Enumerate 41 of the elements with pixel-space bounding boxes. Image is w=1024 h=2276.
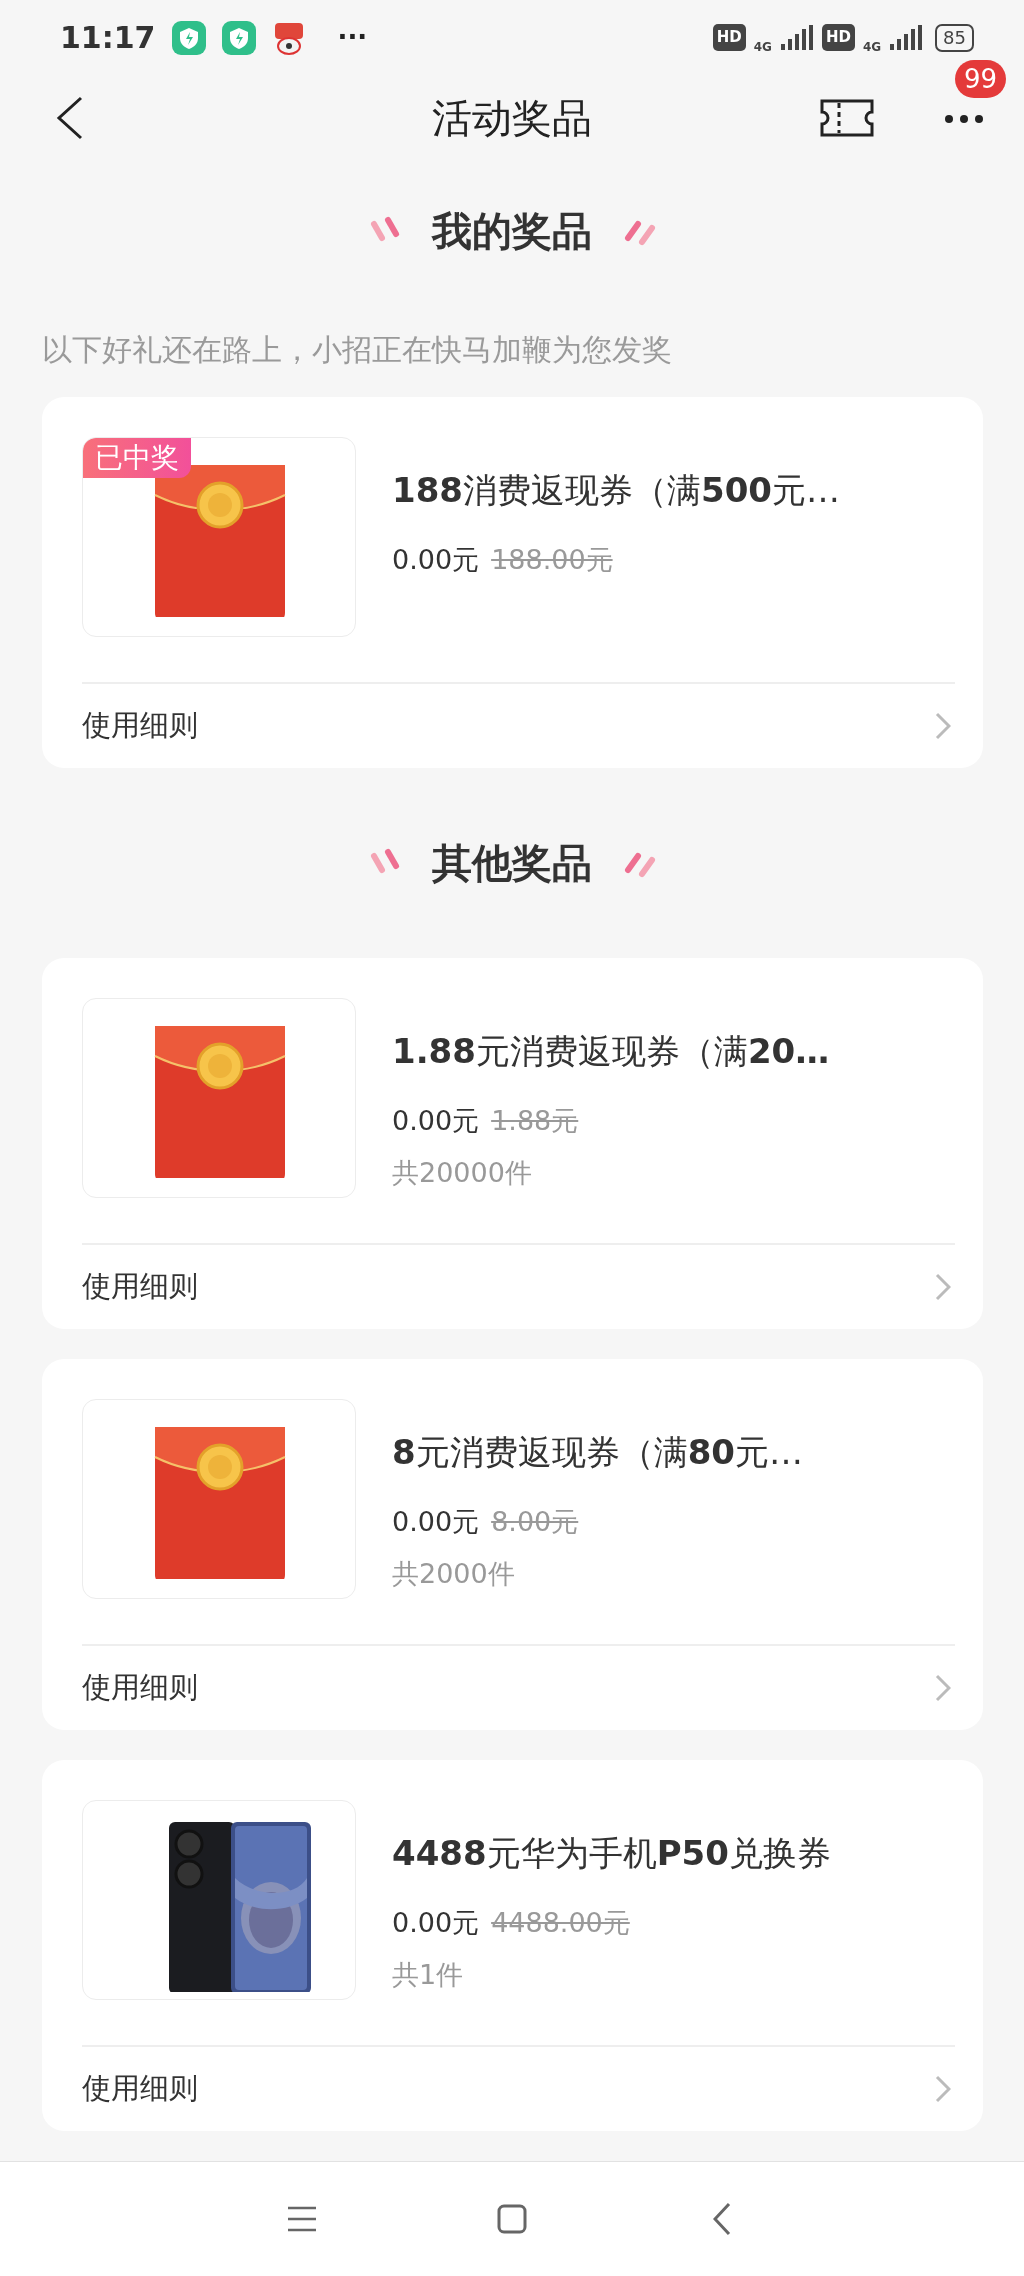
usage-rules-link[interactable]: 使用细则 (82, 703, 198, 748)
signal-icon (889, 24, 924, 51)
stock-count: 共2000件 (392, 1557, 516, 1592)
price: 0.00元 (392, 1504, 480, 1539)
page-title: 活动奖品 (432, 93, 592, 143)
original-price: 1.88元 (491, 1103, 579, 1138)
section-subtitle: 以下好礼还在路上，小招正在快马加鞭为您发奖 (41, 330, 673, 369)
stock-count: 共1件 (392, 1958, 465, 1993)
section-title: 我的奖品 (432, 206, 592, 256)
original-price: 4488.00元 (491, 1905, 630, 1940)
won-badge: 已中奖 (83, 437, 191, 478)
signal-icon (779, 24, 814, 51)
network-type: 4G (862, 38, 882, 56)
shield-icon (171, 20, 206, 55)
ticket-icon[interactable] (820, 98, 874, 137)
price: 0.00元 (392, 1905, 480, 1940)
original-price: 8.00元 (491, 1504, 579, 1539)
prize-title: 1.88元消费返现券（满20… (392, 1029, 830, 1073)
menu-icon[interactable] (287, 2206, 317, 2232)
price: 0.00元 (392, 1103, 480, 1138)
prize-title: 4488元华为手机P50兑换券 (392, 1831, 831, 1875)
usage-rules-link[interactable]: 使用细则 (82, 1666, 198, 1710)
usage-rules-link[interactable]: 使用细则 (82, 1265, 198, 1309)
hd-label: HD (821, 24, 855, 51)
usage-rules-link[interactable]: 使用细则 (82, 2067, 198, 2111)
stock-count: 共20000件 (392, 1156, 533, 1191)
original-price: 188.00元 (491, 542, 613, 577)
notification-badge: 99 (954, 59, 1006, 98)
more-icon (944, 113, 984, 124)
hd-label: HD (712, 24, 746, 51)
section-title: 其他奖品 (432, 838, 592, 888)
shield-icon (221, 20, 256, 55)
price: 0.00元 (392, 542, 480, 577)
battery-level: 85 (935, 23, 974, 52)
more-text: ··· (337, 21, 368, 55)
prize-title: 188消费返现券（满500元… (392, 468, 840, 512)
back-icon[interactable] (55, 95, 85, 140)
network-type: 4G (753, 38, 772, 56)
home-icon[interactable] (497, 2204, 527, 2234)
status-time: 11:17 (60, 19, 156, 58)
prize-title: 8元消费返现券（满80元… (392, 1430, 803, 1474)
